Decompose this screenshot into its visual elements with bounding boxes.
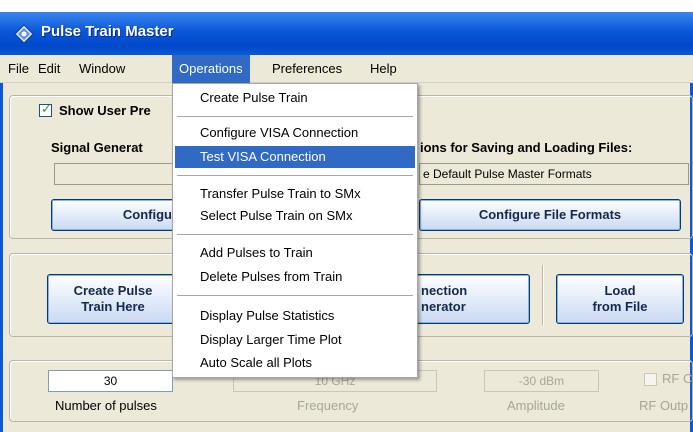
- frequency-label: Frequency: [297, 398, 359, 413]
- show-user-prefs-checkbox[interactable]: ✓: [39, 102, 52, 117]
- configure-file-formats-label: Configure File Formats: [478, 207, 622, 222]
- rf-checkbox-label: RF C: [662, 371, 693, 386]
- create-pulse-train-button[interactable]: Create Pulse Train Here: [47, 274, 179, 324]
- signal-generator-field: [54, 163, 179, 185]
- operations-menu-dropdown: Create Pulse Train Configure VISA Connec…: [172, 83, 418, 378]
- menu-bar: File Edit Window Operations Preferences …: [0, 55, 693, 83]
- menu-separator: [177, 116, 413, 117]
- menu-help[interactable]: Help: [363, 55, 404, 83]
- amplitude-label: Amplitude: [507, 398, 565, 413]
- signal-generator-label: Signal Generat: [51, 140, 143, 155]
- load-button-label-2: from File: [592, 299, 648, 314]
- rf-output-checkbox[interactable]: [644, 373, 657, 386]
- file-options-label: ions for Saving and Loading Files:: [420, 140, 633, 155]
- vertical-divider: [542, 265, 544, 325]
- menu-item-test-visa[interactable]: Test VISA Connection: [175, 146, 415, 168]
- rf-output-label: RF Outp: [639, 398, 689, 413]
- menu-separator: [177, 234, 413, 235]
- configure-file-formats-button[interactable]: Configure File Formats: [419, 199, 681, 231]
- app-icon: [14, 24, 34, 44]
- menu-separator: [177, 175, 413, 176]
- menu-item-delete-pulses[interactable]: Delete Pulses from Train: [175, 266, 415, 288]
- title-bar[interactable]: Pulse Train Master: [0, 12, 693, 55]
- menu-item-configure-visa[interactable]: Configure VISA Connection: [175, 122, 415, 144]
- menu-separator: [177, 295, 413, 296]
- menu-preferences[interactable]: Preferences: [265, 55, 349, 83]
- menu-item-display-time-plot[interactable]: Display Larger Time Plot: [175, 329, 415, 351]
- show-user-prefs-label: Show User Pre: [59, 103, 151, 118]
- create-pulse-train-label-1: Create Pulse: [73, 283, 153, 298]
- configure-visa-button[interactable]: Configu: [51, 199, 179, 231]
- file-format-field: e Default Pulse Master Formats: [419, 163, 689, 185]
- menu-item-display-statistics[interactable]: Display Pulse Statistics: [175, 305, 415, 327]
- test-connection-generator-button[interactable]: nection nerator: [408, 274, 530, 324]
- load-from-file-button[interactable]: Load from File: [556, 274, 684, 324]
- load-button-label-1: Load: [604, 283, 636, 298]
- check-icon: ✓: [41, 102, 52, 117]
- connection-button-label-1: nection: [421, 283, 468, 298]
- number-of-pulses-label: Number of pulses: [55, 398, 157, 413]
- configure-visa-button-label: Configu: [122, 207, 172, 222]
- menu-item-transfer-pulse-train[interactable]: Transfer Pulse Train to SMx: [175, 183, 415, 205]
- menu-item-select-pulse-train[interactable]: Select Pulse Train on SMx: [175, 205, 415, 227]
- menu-edit[interactable]: Edit: [31, 55, 67, 83]
- connection-button-label-2: nerator: [421, 299, 466, 314]
- menu-window[interactable]: Window: [72, 55, 132, 83]
- menu-item-add-pulses[interactable]: Add Pulses to Train: [175, 242, 415, 264]
- create-pulse-train-label-2: Train Here: [81, 299, 145, 314]
- amplitude-input[interactable]: -30 dBm: [484, 370, 599, 392]
- number-of-pulses-input[interactable]: 30: [48, 370, 173, 392]
- window-title: Pulse Train Master: [41, 23, 174, 40]
- menu-item-create-pulse-train[interactable]: Create Pulse Train: [175, 87, 415, 109]
- menu-operations[interactable]: Operations: [172, 55, 250, 83]
- menu-item-auto-scale[interactable]: Auto Scale all Plots: [175, 352, 415, 374]
- top-strip: [0, 0, 693, 12]
